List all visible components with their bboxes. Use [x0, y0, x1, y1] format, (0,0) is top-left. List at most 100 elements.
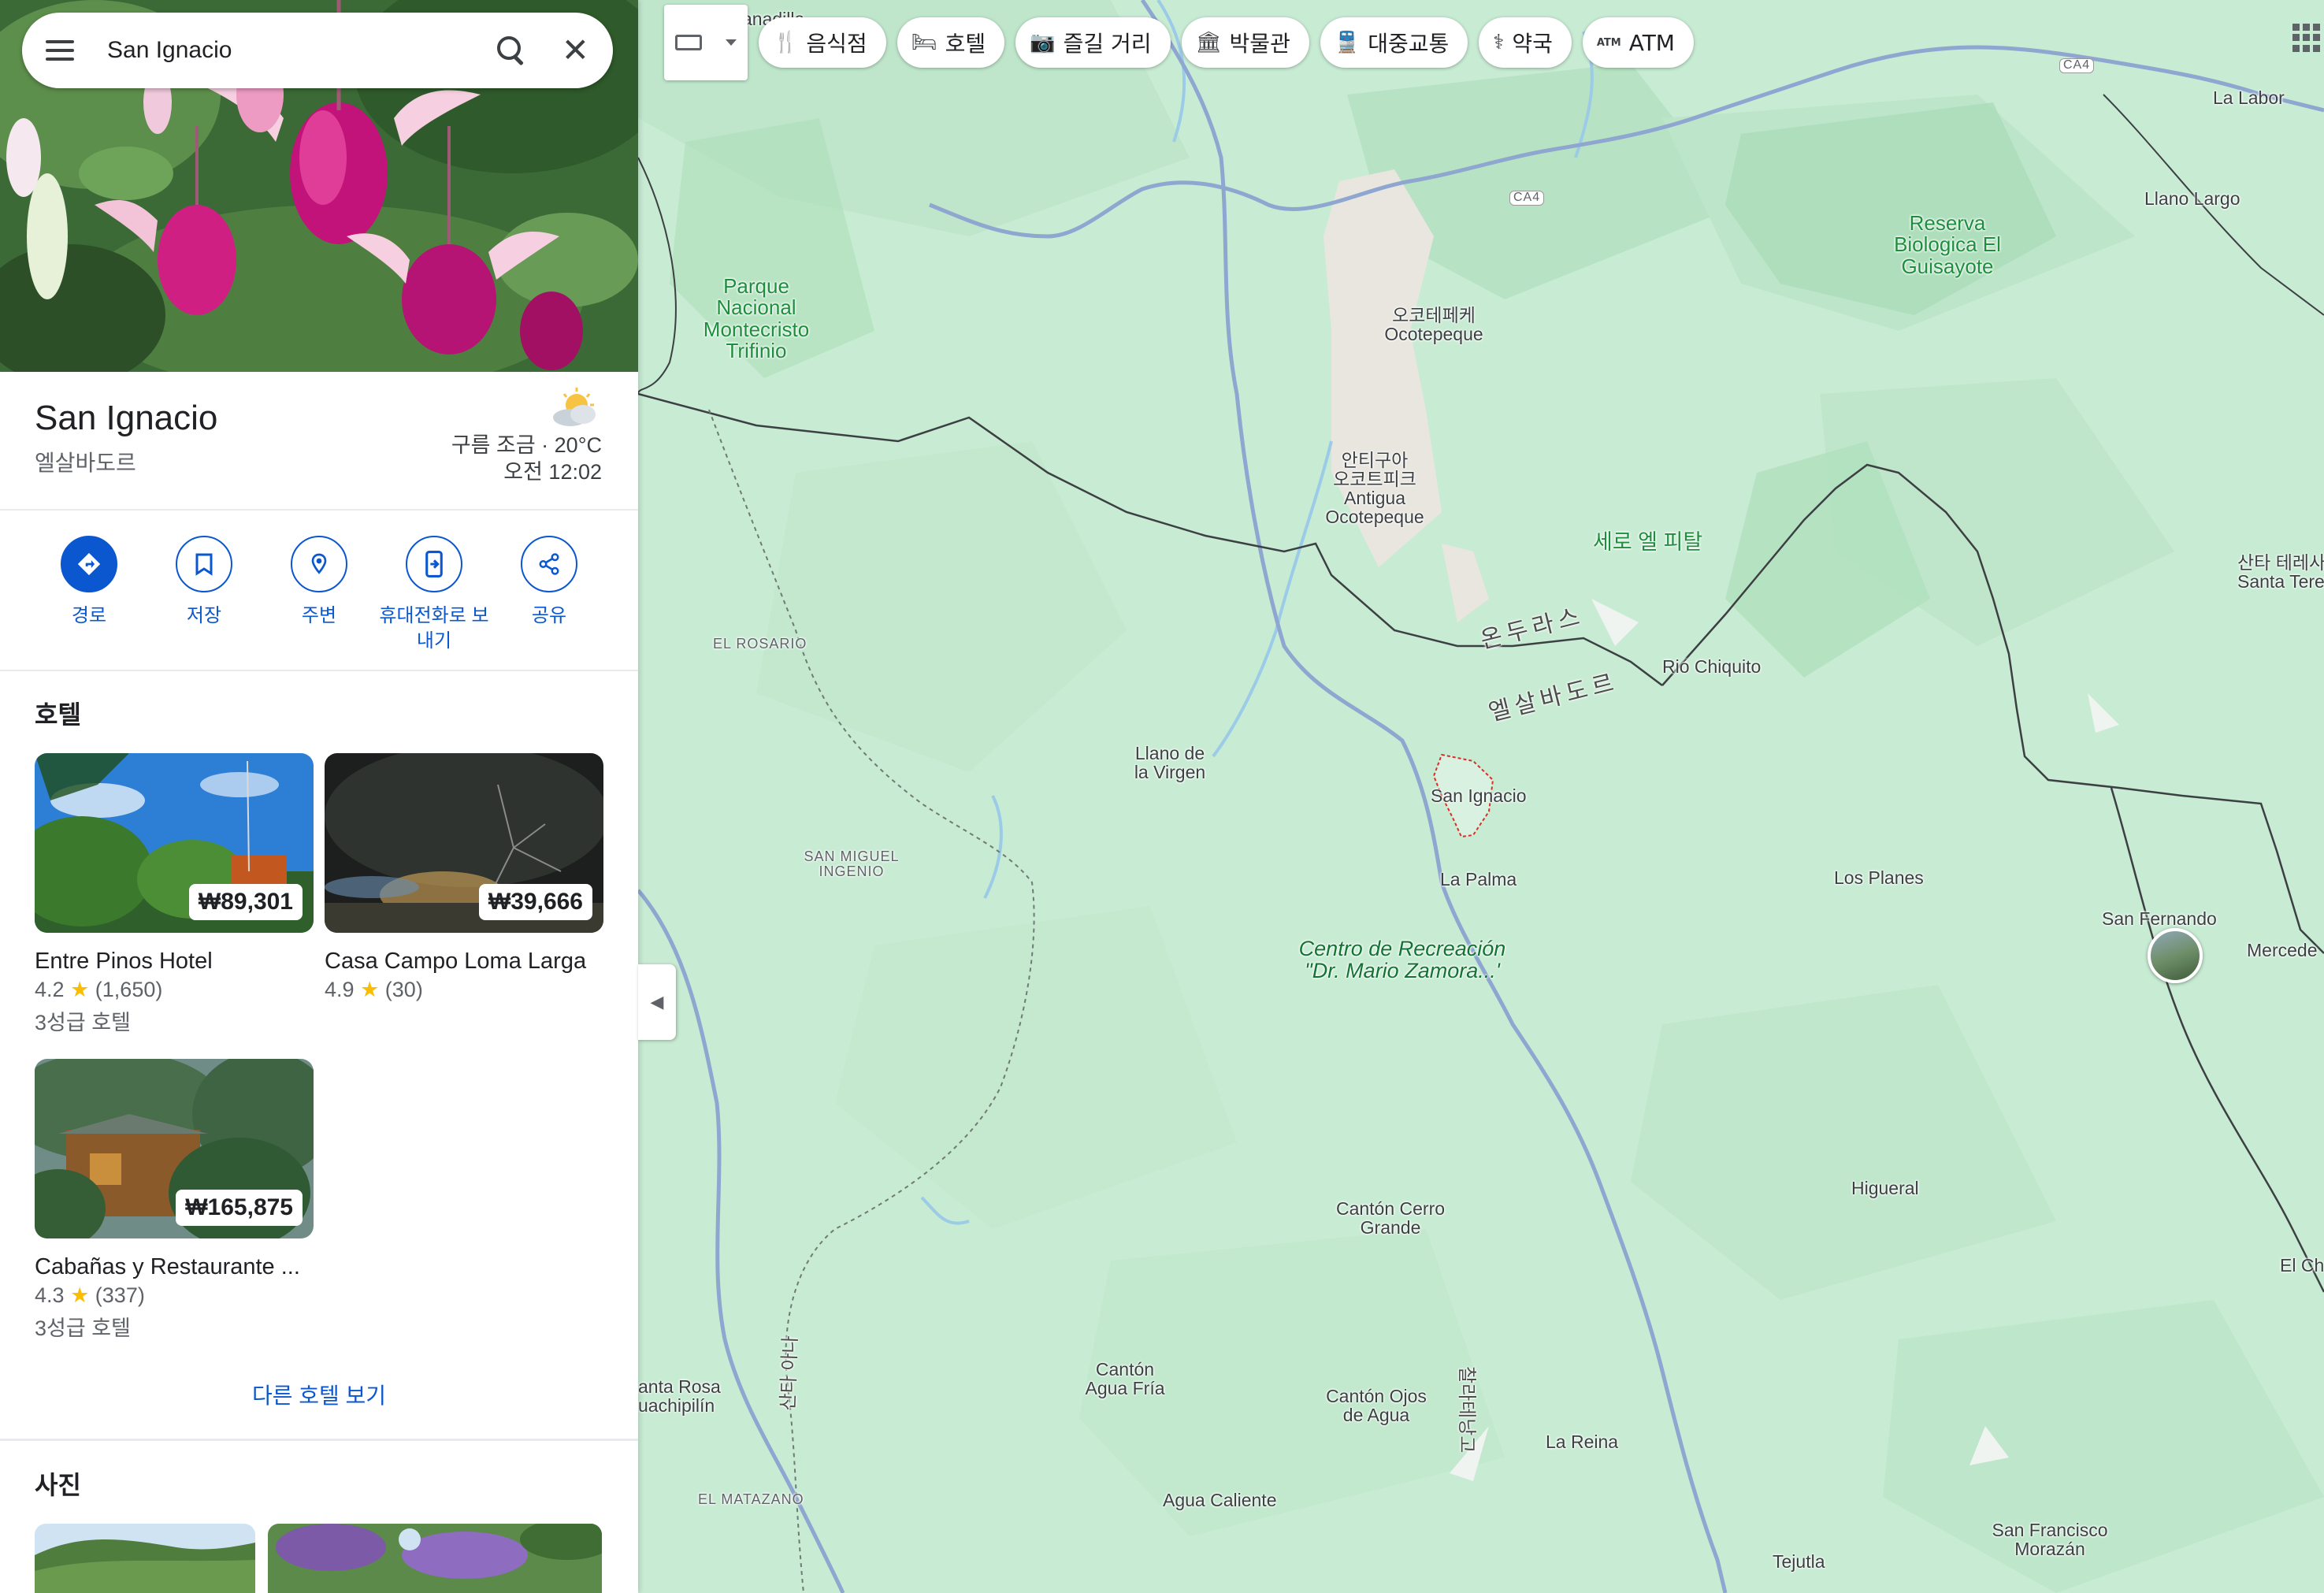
- map-label-llano-virgen: Llano de la Virgen: [1119, 744, 1221, 782]
- chip-label: 호텔: [945, 31, 986, 57]
- chip-transit[interactable]: 🚆 대중교통: [1320, 17, 1468, 68]
- rating-value: 4.3: [35, 1283, 65, 1307]
- place-panel: San Ignacio ✕ San Ignacio 엘살바도르 구름 조금 · …: [0, 0, 638, 1593]
- san-miguel-1: SAN MIGUEL: [804, 848, 900, 864]
- antigua-en1: Antigua: [1343, 488, 1405, 509]
- rating-value: 4.2: [35, 978, 65, 1001]
- save-button[interactable]: 저장: [147, 536, 262, 654]
- share-icon: [521, 536, 577, 592]
- star-icon: ★: [360, 978, 380, 1001]
- star-icon: ★: [70, 1283, 90, 1307]
- reserva-line-3: Guisayote: [1901, 254, 1994, 278]
- antigua-ko2: 오코트피크: [1333, 469, 1416, 490]
- chip-label: ATM: [1628, 29, 1675, 56]
- rec-line-2: "Dr. Mario Zamora...': [1305, 959, 1500, 983]
- map-label-el-rosario: EL ROSARIO: [713, 636, 807, 652]
- keyboard-icon: [675, 35, 702, 50]
- photo-thumbnail-image: [268, 1524, 602, 1593]
- review-count: (30): [384, 978, 423, 1001]
- parque-line-2: Nacional: [716, 295, 796, 320]
- chevron-down-icon: [726, 39, 737, 46]
- close-icon[interactable]: ✕: [562, 34, 589, 67]
- collapse-panel-button[interactable]: ◀: [638, 964, 676, 1040]
- photo-thumbnail[interactable]: [35, 1524, 255, 1593]
- hotel-card-entre-pinos[interactable]: ₩89,301 Entre Pinos Hotel 4.2 ★ (1,650) …: [35, 753, 314, 1036]
- chip-label: 대중교통: [1368, 31, 1450, 57]
- san-francisco-2: Morazán: [2014, 1539, 2085, 1560]
- hotel-name: Casa Campo Loma Larga: [325, 949, 587, 974]
- hotel-photo[interactable]: ₩39,666: [325, 753, 603, 933]
- map-label-canton-cerro: Cantón Cerro Grande: [1323, 1199, 1457, 1237]
- chip-label: 약국: [1512, 31, 1553, 57]
- weather-condition: 구름 조금 · 20°C: [451, 433, 602, 457]
- recreation-photo-pin[interactable]: [2148, 928, 2203, 983]
- canton-agua-1: Cantón: [1095, 1359, 1155, 1379]
- map-label-antigua: 안티구아 오코트피크 Antigua Ocotepeque: [1312, 451, 1438, 527]
- canton-ojos-2: de Agua: [1342, 1405, 1410, 1426]
- map-label-san-fernando: San Fernando: [2102, 908, 2217, 929]
- llano-virgen-2: la Virgen: [1134, 762, 1206, 783]
- map-label-la-labor: La Labor: [2213, 87, 2285, 108]
- map-label-santa-teresa: 산타 테레사 Santa Teres: [2237, 553, 2324, 591]
- share-button[interactable]: 공유: [492, 536, 607, 654]
- nearby-button[interactable]: 주변: [262, 536, 377, 654]
- map-label-san-ignacio[interactable]: San Ignacio: [1431, 786, 1526, 805]
- partly-cloudy-icon: [553, 388, 596, 426]
- map-label-canton-agua-fria: Cantón Agua Fría: [1078, 1360, 1172, 1398]
- san-miguel-2: INGENIO: [819, 863, 885, 879]
- search-input[interactable]: San Ignacio: [107, 37, 496, 64]
- send-to-phone-label: 휴대전화로 보 내기: [375, 603, 493, 654]
- hotel-card-cabanas[interactable]: ₩165,875 Cabañas y Restaurante ... 4.3 ★…: [35, 1059, 314, 1342]
- canton-cerro-2: Grande: [1360, 1217, 1421, 1238]
- hotel-card-casa-campo[interactable]: ₩39,666 Casa Campo Loma Larga 4.9 ★ (30): [325, 753, 603, 1002]
- menu-icon[interactable]: [46, 40, 74, 61]
- map-label-agua-caliente: Agua Caliente: [1163, 1490, 1277, 1510]
- llano-virgen-1: Llano de: [1134, 743, 1205, 763]
- directions-button[interactable]: 경로: [32, 536, 147, 654]
- hotel-rating: 4.2 ★ (1,650): [35, 978, 314, 1002]
- hotel-photo[interactable]: ₩89,301: [35, 753, 314, 933]
- search-icon[interactable]: [496, 35, 527, 66]
- chip-hotels[interactable]: 🛏 호텔: [897, 17, 1005, 68]
- map-label-recreation-center[interactable]: Centro de Recreación "Dr. Mario Zamora..…: [1284, 938, 1520, 982]
- parque-line-1: Parque: [723, 274, 789, 298]
- map-label-la-reina: La Reina: [1546, 1431, 1619, 1452]
- museum-icon: 🏛: [1195, 31, 1222, 54]
- place-country: 엘살바도르: [35, 451, 136, 475]
- search-box[interactable]: San Ignacio ✕: [22, 13, 613, 88]
- divider: [0, 509, 638, 511]
- place-title: San Ignacio: [35, 399, 218, 437]
- antigua-en2: Ocotepeque: [1325, 507, 1424, 528]
- hotel-price: ₩89,301: [188, 884, 303, 920]
- transit-icon: 🚆: [1334, 31, 1361, 54]
- map-label-los-planes: Los Planes: [1834, 867, 1924, 888]
- local-time: 오전 12:02: [503, 460, 602, 484]
- apps-grid-icon[interactable]: [2292, 24, 2321, 52]
- photo-thumbnail[interactable]: [268, 1524, 602, 1593]
- more-hotels-link[interactable]: 다른 호텔 보기: [0, 1379, 638, 1410]
- santa-rosa-2: uachipilín: [638, 1395, 715, 1417]
- hotel-class: 3성급 호텔: [35, 1011, 131, 1034]
- map-label-cerro-el-pital[interactable]: 세로 엘 피탈: [1593, 531, 1702, 554]
- hotel-icon: 🛏: [911, 31, 937, 54]
- rec-line-1: Centro de Recreación: [1298, 937, 1506, 960]
- maps-app: anadilla CA4 CA4 La Labor Llano Largo Re…: [0, 0, 2324, 1593]
- canton-cerro-1: Cantón Cerro: [1335, 1198, 1446, 1219]
- map-label-rio-chiquito: Rió Chiquito: [1662, 656, 1762, 677]
- chip-things-to-do[interactable]: 📷 즐길 거리: [1015, 17, 1171, 68]
- hotel-name: Entre Pinos Hotel: [35, 949, 213, 974]
- map-canvas[interactable]: anadilla CA4 CA4 La Labor Llano Largo Re…: [638, 0, 2324, 1593]
- chip-museums[interactable]: 🏛 박물관: [1181, 17, 1309, 68]
- map-label-road-santa-ana: 산타 아나: [778, 1335, 802, 1411]
- chip-pharmacy[interactable]: ⚕ 약국: [1479, 17, 1572, 68]
- hotel-photo[interactable]: ₩165,875: [35, 1059, 314, 1238]
- bookmark-icon: [176, 536, 232, 592]
- chip-atm[interactable]: ATM ATM: [1582, 17, 1694, 68]
- input-tools-button[interactable]: [664, 5, 748, 80]
- pharmacy-icon: ⚕: [1493, 31, 1505, 54]
- hotel-rating: 4.3 ★ (337): [35, 1283, 314, 1308]
- chip-restaurants[interactable]: 🍴 음식점: [759, 17, 886, 68]
- send-to-phone-button[interactable]: 휴대전화로 보 내기: [377, 536, 492, 654]
- hotel-rating: 4.9 ★ (30): [325, 978, 603, 1002]
- map-label-canton-ojos: Cantón Ojos de Agua: [1309, 1387, 1443, 1424]
